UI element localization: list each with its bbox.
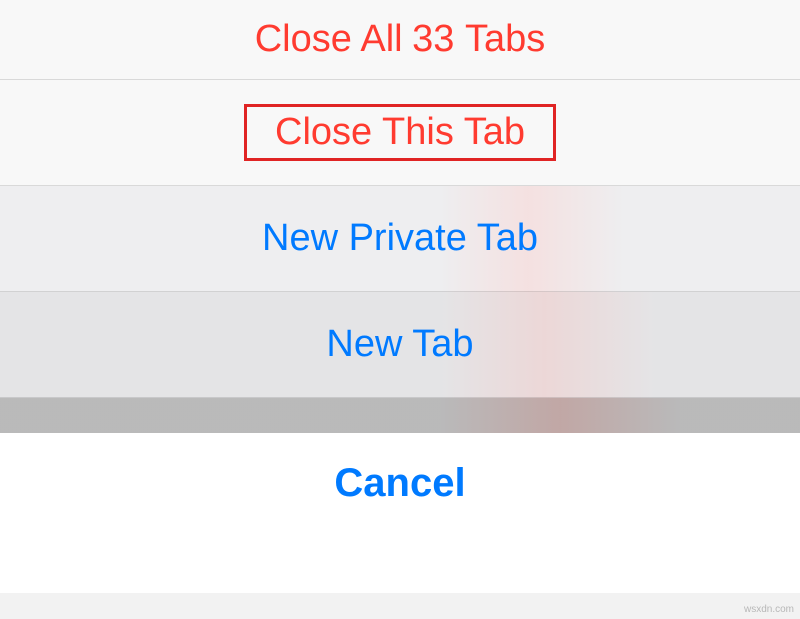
new-tab-button[interactable]: New Tab: [0, 292, 800, 398]
close-all-suffix: Tabs: [465, 18, 545, 61]
close-all-prefix: Close All: [255, 18, 403, 61]
close-this-label: Close This Tab: [275, 111, 525, 154]
close-all-count: 33: [412, 18, 454, 61]
watermark-text: wsxdn.com: [744, 604, 794, 615]
cancel-button[interactable]: Cancel: [0, 433, 800, 593]
highlight-annotation: Close This Tab: [244, 104, 556, 161]
action-sheet: Close All 33 Tabs Close This Tab New Pri…: [0, 0, 800, 593]
new-private-label: New Private Tab: [262, 217, 538, 260]
new-private-tab-button[interactable]: New Private Tab: [0, 186, 800, 292]
sheet-separator: [0, 398, 800, 433]
close-this-tab-button[interactable]: Close This Tab: [0, 80, 800, 186]
cancel-label: Cancel: [334, 461, 465, 506]
new-tab-label: New Tab: [326, 323, 473, 366]
close-all-tabs-button[interactable]: Close All 33 Tabs: [0, 0, 800, 80]
